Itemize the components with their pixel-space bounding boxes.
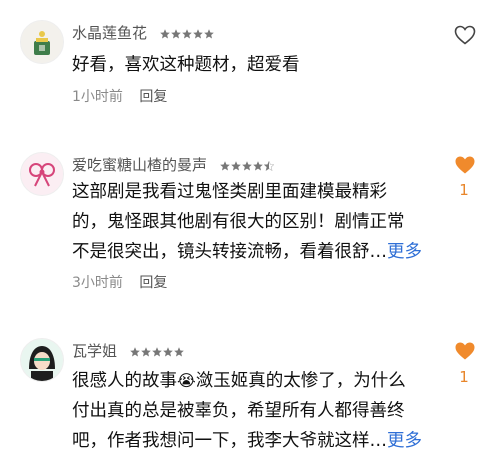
reply-button[interactable]: 回复 xyxy=(139,275,167,291)
username-text: 水晶莲鱼花 xyxy=(72,24,148,42)
comment-text: 这部剧是我看过鬼怪类剧里面建模最精彩 的，鬼怪跟其他剧有很大的区别！剧情正常 不… xyxy=(72,177,452,267)
star-icon xyxy=(181,28,192,39)
comment-line-text: 不是很突出，镜头转接流畅，看着很舒… xyxy=(72,242,387,262)
comment-line-text: 吧，作者我想问一下，我李大爷就这样… xyxy=(72,431,387,451)
comment-line: 付出真的总是被辜负，希望所有人都得善终 xyxy=(72,401,405,421)
star-icon xyxy=(129,346,140,357)
username[interactable]: 瓦学姐 xyxy=(72,340,184,361)
half-star-icon xyxy=(263,160,274,171)
avatar-image xyxy=(21,21,63,63)
star-icon xyxy=(151,346,162,357)
heart-filled-icon xyxy=(455,342,475,360)
more-link[interactable]: 更多 xyxy=(387,242,422,262)
like-button[interactable] xyxy=(454,155,476,175)
comment-meta: 1小时前 回复 xyxy=(72,86,167,106)
comment-line: 吧，作者我想问一下，我李大爷就这样…更多 xyxy=(72,426,452,456)
avatar[interactable] xyxy=(20,152,64,196)
star-icon xyxy=(252,160,263,171)
comment-text: 很感人的故事😭潋玉姬真的太惨了，为什么 付出真的总是被辜负，希望所有人都得善终 … xyxy=(72,366,452,456)
comment-line: 这部剧是我看过鬼怪类剧里面建模最精彩 xyxy=(72,182,387,202)
star-icon xyxy=(241,160,252,171)
comment-line-text: 很感人的故事 xyxy=(72,371,177,391)
rating-stars xyxy=(219,160,274,171)
more-link[interactable]: 更多 xyxy=(387,431,422,451)
rating-stars xyxy=(159,28,214,39)
star-icon xyxy=(219,160,230,171)
like-count: 1 xyxy=(459,181,469,199)
star-icon xyxy=(162,346,173,357)
comment-line: 很感人的故事😭潋玉姬真的太惨了，为什么 xyxy=(72,366,452,396)
timestamp: 1小时前 xyxy=(72,89,123,105)
username-text: 爱吃蜜糖山楂的曼声 xyxy=(72,156,208,174)
timestamp: 3小时前 xyxy=(72,275,123,291)
like-button[interactable] xyxy=(454,25,476,45)
like-count: 1 xyxy=(459,368,469,386)
avatar[interactable] xyxy=(20,20,64,64)
reply-button[interactable]: 回复 xyxy=(139,89,167,105)
star-icon xyxy=(203,28,214,39)
crying-face-icon: 😭 xyxy=(177,371,196,390)
comment-line: 不是很突出，镜头转接流畅，看着很舒…更多 xyxy=(72,237,452,267)
star-icon xyxy=(170,28,181,39)
comment-meta: 3小时前 回复 xyxy=(72,272,167,292)
heart-outline-icon xyxy=(454,25,476,45)
rating-stars xyxy=(129,346,184,357)
avatar-image xyxy=(21,339,63,381)
username[interactable]: 水晶莲鱼花 xyxy=(72,22,214,43)
star-icon xyxy=(230,160,241,171)
avatar-image xyxy=(21,153,63,195)
comment-text: 好看，喜欢这种题材，超爱看 xyxy=(72,50,452,80)
comment-line-text: 潋玉姬真的太惨了，为什么 xyxy=(195,371,406,391)
star-icon xyxy=(159,28,170,39)
star-icon xyxy=(140,346,151,357)
comment-line: 好看，喜欢这种题材，超爱看 xyxy=(72,55,300,75)
username[interactable]: 爱吃蜜糖山楂的曼声 xyxy=(72,154,274,175)
comment-line: 的，鬼怪跟其他剧有很大的区别！剧情正常 xyxy=(72,212,405,232)
username-text: 瓦学姐 xyxy=(72,342,118,360)
star-icon xyxy=(173,346,184,357)
star-icon xyxy=(192,28,203,39)
avatar[interactable] xyxy=(20,338,64,382)
heart-filled-icon xyxy=(455,156,475,174)
like-button[interactable] xyxy=(454,341,476,361)
